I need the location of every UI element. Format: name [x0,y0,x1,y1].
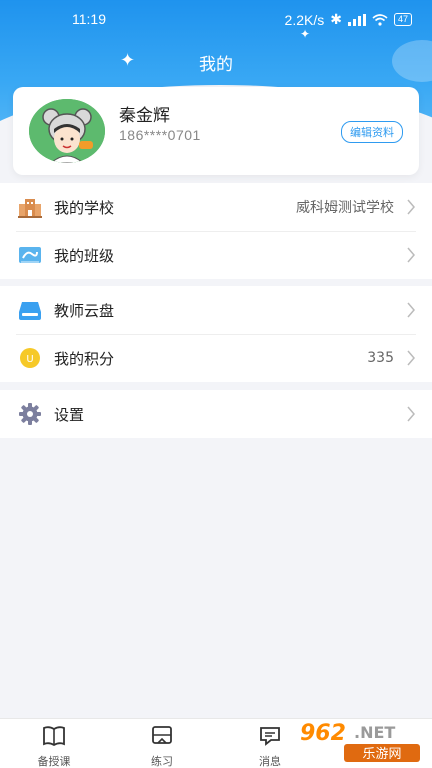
school-building-icon [18,199,42,218]
page-title: 我的 [199,55,233,75]
menu-item-points[interactable]: U 我的积分 335 [0,334,432,382]
chevron-right-icon [407,199,415,215]
svg-text:.NET: .NET [354,723,395,742]
menu-item-class[interactable]: 我的班级 [0,231,432,279]
chevron-right-icon [407,247,415,263]
school-class-group: 我的学校 威科姆测试学校 我的班级 [0,183,432,279]
watermark-logo: 962 .NET 乐游网 [300,721,420,762]
tab-label: 练习 [151,755,173,768]
status-time: 11:19 [72,11,106,27]
school-name: 威科姆测试学校 [296,200,394,216]
svg-text:U: U [26,354,33,365]
chevron-right-icon [407,350,415,366]
user-phone: 186****0701 [119,127,201,143]
menu-label-cloud-disk: 教师云盘 [54,301,115,320]
edit-profile-button[interactable]: 编辑资料 [341,121,403,143]
cloud-points-group: 教师云盘 U 我的积分 335 [0,286,432,382]
tab-practice[interactable]: 练习 [132,725,192,768]
wifi-icon [372,13,388,26]
menu-item-cloud-disk[interactable]: 教师云盘 [0,286,432,334]
book-icon [43,726,65,747]
chevron-right-icon [407,302,415,318]
menu-label-class: 我的班级 [54,246,115,265]
bluetooth-icon: ✱ [330,11,342,27]
tab-label: 消息 [259,755,281,768]
network-speed: 2.2K/s [284,11,325,28]
settings-group: 设置 [0,390,432,438]
class-icon [19,247,41,263]
avatar-icon [29,99,105,163]
points-coin-icon: U [20,348,40,368]
tab-prepare-lesson[interactable]: 备授课 [24,725,84,768]
avatar[interactable] [29,99,105,163]
tab-label: 备授课 [37,755,71,768]
svg-text:乐游网: 乐游网 [362,747,401,762]
menu-label-settings: 设置 [54,405,85,424]
gear-icon [19,403,41,425]
signal-icon [347,13,366,26]
status-bar: 11:19 2.2K/s ✱ 47 [0,0,432,38]
menu-label-points: 我的积分 [54,349,115,368]
chevron-right-icon [407,406,415,422]
menu-label-school: 我的学校 [54,198,115,217]
svg-text:962: 962 [300,721,346,746]
user-name: 秦金辉 [119,106,170,126]
menu-item-school[interactable]: 我的学校 威科姆测试学校 [0,183,432,231]
menu-item-settings[interactable]: 设置 [0,390,432,438]
tab-messages[interactable]: 消息 [240,725,300,768]
profile-card[interactable]: 秦金辉 186****0701 编辑资料 [13,87,419,175]
battery-icon: 47 [393,13,412,26]
points-value: 335 [367,350,394,366]
cloud-disk-icon [19,302,41,320]
practice-icon [152,726,172,744]
message-icon [260,727,280,746]
